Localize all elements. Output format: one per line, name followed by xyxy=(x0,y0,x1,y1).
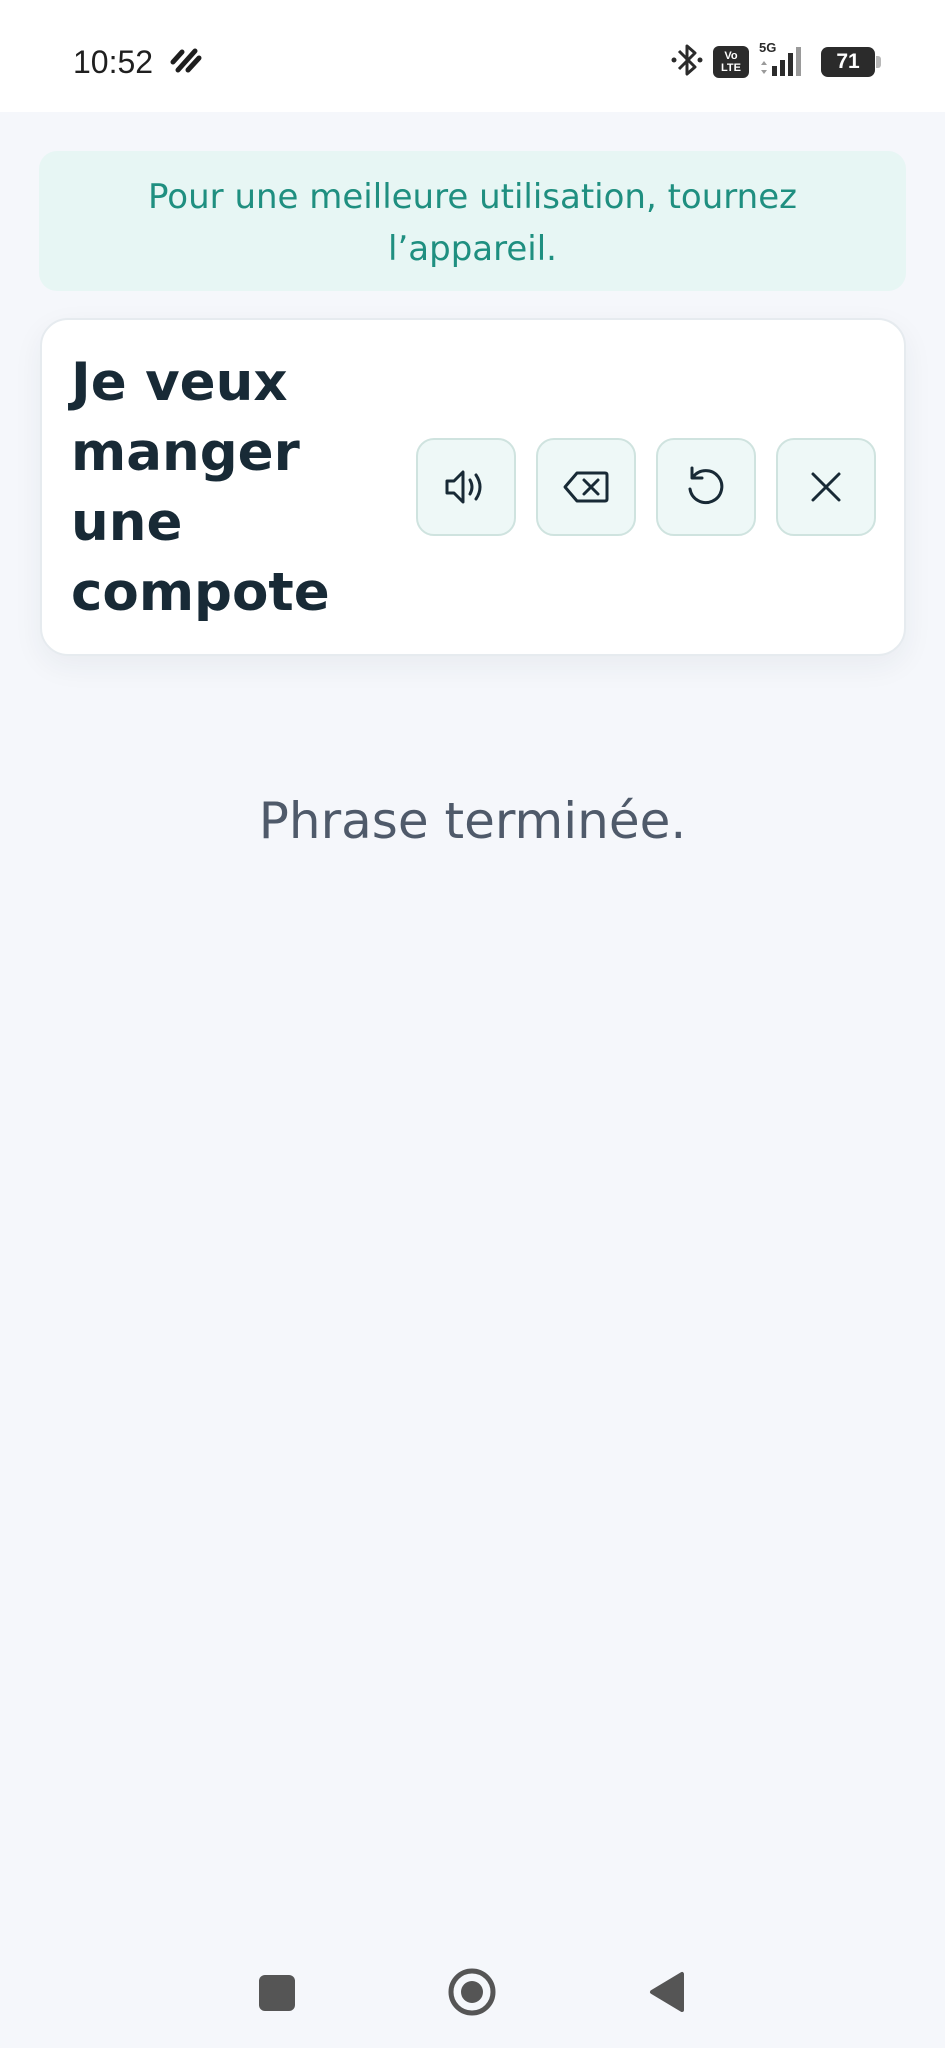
home-button[interactable] xyxy=(447,1967,497,2021)
phrase-card: Je veux manger une compote xyxy=(40,318,906,656)
signal-block: 5G xyxy=(759,40,811,80)
backspace-icon xyxy=(563,471,609,503)
back-triangle-icon xyxy=(650,1972,684,2012)
status-bar: 10:52 Vo LTE 5G 71 xyxy=(0,0,945,112)
phrase-complete-message: Phrase terminée. xyxy=(258,792,687,850)
hotspot-wave-icon xyxy=(170,46,202,78)
delete-word-button[interactable] xyxy=(536,438,636,536)
status-time: 10:52 xyxy=(73,44,154,80)
home-icon xyxy=(448,1968,496,2016)
volte-line2: LTE xyxy=(721,62,741,74)
reset-button[interactable] xyxy=(656,438,756,536)
phrase-text: Je veux manger une compote xyxy=(71,352,330,623)
close-icon xyxy=(811,472,841,502)
close-button[interactable] xyxy=(776,438,876,536)
system-nav-bar xyxy=(0,1950,945,2030)
status-icons: Vo LTE 5G 71 xyxy=(661,40,881,82)
recents-button[interactable] xyxy=(259,1975,295,2011)
bluetooth-icon xyxy=(671,42,703,82)
signal-bars-icon xyxy=(761,47,801,76)
speaker-icon xyxy=(445,470,482,504)
phrase-actions xyxy=(416,438,876,536)
reset-icon xyxy=(688,466,724,505)
back-button[interactable] xyxy=(648,1970,688,2018)
speak-button[interactable] xyxy=(416,438,516,536)
rotate-device-banner: Pour une meilleure utilisation, tournez … xyxy=(39,151,906,291)
battery-indicator: 71 xyxy=(821,47,881,77)
volte-line1: Vo xyxy=(724,50,738,62)
volte-badge: Vo LTE xyxy=(713,46,749,78)
